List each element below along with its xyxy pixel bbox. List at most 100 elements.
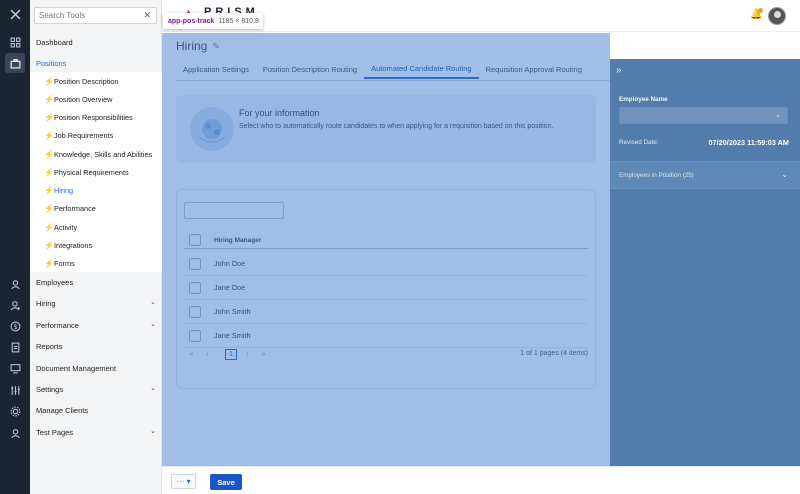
chevron-down-icon: ⌄ bbox=[150, 299, 156, 306]
clear-search-icon[interactable]: ✕ bbox=[143, 10, 151, 21]
nav-item-label: Manage Clients bbox=[36, 405, 89, 415]
row-checkbox[interactable] bbox=[189, 281, 201, 294]
employee-name-label: Employee Name bbox=[619, 96, 668, 103]
row-checkbox[interactable] bbox=[189, 257, 201, 270]
nav-item-label: Reports bbox=[36, 341, 63, 351]
bolt-icon: ⚡ bbox=[44, 222, 54, 232]
dollar-icon[interactable]: $ bbox=[0, 316, 30, 336]
bolt-icon: ⚡ bbox=[44, 240, 54, 250]
first-page-icon[interactable]: « bbox=[186, 349, 197, 360]
subnav-position-overview[interactable]: ⚡ Position Overview bbox=[30, 90, 162, 108]
chevron-down-icon: ⌄ bbox=[775, 112, 781, 119]
select-all-checkbox[interactable] bbox=[189, 234, 201, 246]
subnav-hiring[interactable]: ⚡ Hiring bbox=[30, 181, 162, 199]
nav-item-manage-clients[interactable]: Manage Clients bbox=[30, 400, 162, 420]
nav-item-reports[interactable]: Reports bbox=[30, 336, 162, 356]
bolt-icon: ⚡ bbox=[44, 258, 54, 268]
tab-position-description-routing[interactable]: Position Description Routing bbox=[256, 59, 364, 79]
subnav-position-description[interactable]: ⚡ Position Description bbox=[30, 72, 162, 90]
tool-search-input[interactable] bbox=[35, 8, 139, 23]
monitor-icon[interactable] bbox=[0, 358, 30, 378]
tab-automated-candidate-routing[interactable]: Automated Candidate Routing bbox=[364, 59, 479, 79]
column-header-hiring-manager[interactable]: Hiring Manager bbox=[214, 237, 261, 244]
tool-search[interactable]: ✕ bbox=[34, 7, 157, 24]
bolt-icon: ⚡ bbox=[44, 76, 54, 86]
notification-dot bbox=[758, 8, 763, 13]
document-icon[interactable] bbox=[0, 337, 30, 357]
info-illustration-icon bbox=[190, 107, 234, 151]
subnav-job-requirements[interactable]: ⚡ Job Requirements bbox=[30, 126, 162, 144]
prev-page-icon[interactable]: ‹ bbox=[202, 349, 213, 360]
page-title-text: Hiring bbox=[176, 39, 208, 53]
table-cell: John Doe bbox=[214, 259, 246, 268]
more-actions-label: ··· ▾ bbox=[176, 477, 191, 486]
dashboard-grid-icon[interactable] bbox=[0, 32, 30, 52]
last-page-icon[interactable]: » bbox=[258, 349, 269, 360]
user-icon[interactable] bbox=[0, 274, 30, 294]
chevron-down-icon: ⌄ bbox=[150, 428, 156, 435]
user-settings-icon[interactable] bbox=[0, 295, 30, 315]
expand-drawer-icon[interactable]: » bbox=[616, 65, 622, 76]
table-cell: Jane Smith bbox=[214, 331, 251, 340]
bolt-icon: ⚡ bbox=[44, 167, 54, 177]
subnav-label: Performance bbox=[54, 203, 96, 213]
nav-item-test-pages[interactable]: Test Pages ⌄ bbox=[30, 422, 162, 442]
grid-search-input[interactable] bbox=[184, 202, 284, 219]
revised-date-label: Revised Date: bbox=[619, 139, 659, 146]
tab-application-settings[interactable]: Application Settings bbox=[176, 59, 256, 79]
nav-item-positions[interactable]: Positions bbox=[30, 53, 162, 73]
table-row[interactable]: John Smith bbox=[184, 300, 588, 324]
table-row[interactable]: Jane Smith bbox=[184, 324, 588, 348]
next-page-icon[interactable]: › bbox=[242, 349, 253, 360]
nav-item-employees[interactable]: Employees bbox=[30, 272, 162, 292]
tools-icon[interactable] bbox=[0, 380, 30, 400]
element-inspector-tooltip: app-pos-track 1185 × 810.8 bbox=[163, 13, 263, 29]
edit-pencil-icon[interactable]: ✎ bbox=[212, 41, 220, 52]
subnav-performance[interactable]: ⚡ Performance bbox=[30, 199, 162, 217]
subnav-label: Activity bbox=[54, 222, 78, 232]
account-icon[interactable] bbox=[0, 423, 30, 443]
notification-bell-icon[interactable]: 🔔 bbox=[750, 8, 763, 21]
gear-icon[interactable] bbox=[0, 401, 30, 421]
subnav-activity[interactable]: ⚡ Activity bbox=[30, 218, 162, 236]
nav-item-label: Positions bbox=[36, 58, 67, 68]
save-label: Save bbox=[217, 477, 235, 487]
subnav-ksa[interactable]: ⚡ Knowledge, Skills and Abilities bbox=[30, 145, 162, 163]
subnav-label: Hiring bbox=[54, 185, 74, 195]
icon-rail: $ bbox=[0, 0, 30, 494]
table-row[interactable]: Jane Doe bbox=[184, 276, 588, 300]
row-checkbox[interactable] bbox=[189, 305, 201, 318]
employees-in-position-accordion[interactable]: Employees in Position (25) ⌄ bbox=[610, 161, 800, 189]
avatar[interactable] bbox=[768, 7, 786, 25]
save-button[interactable]: Save bbox=[210, 474, 242, 490]
nav-item-settings[interactable]: Settings ⌄ bbox=[30, 379, 162, 399]
subnav-label: Position Overview bbox=[54, 94, 113, 104]
briefcase-icon[interactable] bbox=[5, 53, 25, 73]
tooltip-dims: 1185 × 810.8 bbox=[218, 17, 259, 25]
subnav-label: Integrations bbox=[54, 240, 93, 250]
nav-item-hiring[interactable]: Hiring ⌄ bbox=[30, 293, 162, 313]
page-number-button[interactable]: 1 bbox=[225, 349, 237, 360]
subnav-physical-requirements[interactable]: ⚡ Physical Requirements bbox=[30, 163, 162, 181]
subnav-integrations[interactable]: ⚡ Integrations bbox=[30, 236, 162, 254]
row-checkbox[interactable] bbox=[189, 329, 201, 342]
subnav-forms[interactable]: ⚡ Forms bbox=[30, 254, 162, 272]
bolt-icon: ⚡ bbox=[44, 94, 54, 104]
close-icon[interactable] bbox=[0, 4, 30, 24]
nav-item-dashboard[interactable]: Dashboard bbox=[30, 32, 162, 52]
nav-item-document-management[interactable]: Document Management bbox=[30, 358, 162, 378]
tab-requisition-approval-routing[interactable]: Requisition Approval Routing bbox=[479, 59, 589, 79]
employee-name-select[interactable]: ⌄ bbox=[619, 107, 788, 124]
table-row[interactable]: John Doe bbox=[184, 252, 588, 276]
more-actions-button[interactable]: ··· ▾ bbox=[171, 474, 196, 489]
svg-text:$: $ bbox=[13, 323, 17, 331]
page-title: Hiring ✎ bbox=[176, 39, 220, 53]
bolt-icon: ⚡ bbox=[44, 112, 54, 122]
subnav-label: Forms bbox=[54, 258, 75, 268]
subnav-position-responsibilities[interactable]: ⚡ Position Responsibilities bbox=[30, 108, 162, 126]
hiring-manager-grid: Hiring Manager John Doe Jane Doe John Sm… bbox=[176, 189, 596, 389]
accordion-label: Employees in Position (25) bbox=[619, 172, 694, 179]
nav-item-performance[interactable]: Performance ⌄ bbox=[30, 315, 162, 335]
nav-item-label: Performance bbox=[36, 320, 79, 330]
subnav-label: Position Description bbox=[54, 76, 119, 86]
